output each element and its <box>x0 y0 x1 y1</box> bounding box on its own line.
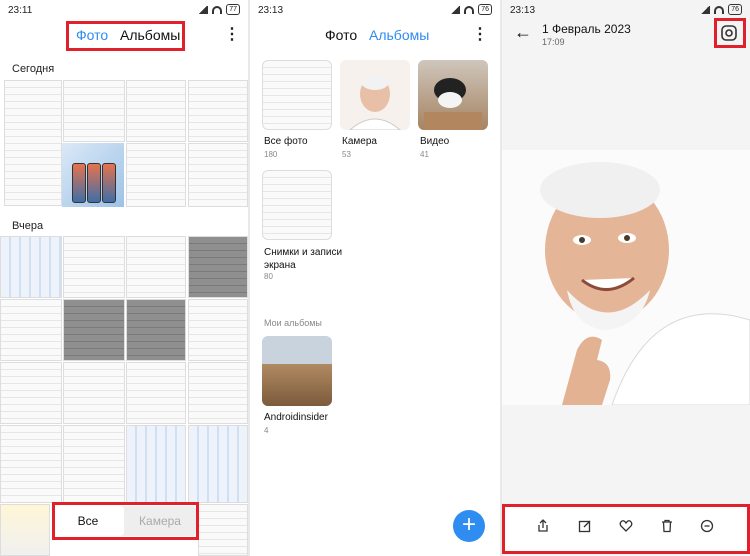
album-count: 80 <box>264 272 273 281</box>
status-time: 23:13 <box>258 5 284 16</box>
album-count: 180 <box>264 150 278 159</box>
more-options-icon[interactable]: ⋮ <box>224 27 240 43</box>
status-time: 23:11 <box>8 5 33 16</box>
photo-thumbnail[interactable] <box>0 299 62 361</box>
album-name: Androidinsider <box>264 412 328 423</box>
status-bar: 23:13 76 <box>502 0 750 20</box>
highlight-frame <box>66 21 185 51</box>
back-icon[interactable]: ← <box>514 22 532 43</box>
photo-thumbnail[interactable] <box>188 299 248 361</box>
album-name: Видео <box>420 136 450 147</box>
album-cover-video[interactable] <box>418 60 488 130</box>
album-cover-androidinsider[interactable] <box>262 336 332 406</box>
wifi-icon <box>212 5 223 14</box>
gallery-albums-screen: 23:13 76 Фото Альбомы ⋮ Все фото 180 Кам… <box>250 0 500 556</box>
photo-image[interactable] <box>502 150 750 405</box>
signal-icon <box>450 5 461 14</box>
photo-thumbnail[interactable] <box>188 425 248 503</box>
highlight-frame <box>714 18 746 48</box>
photo-thumbnail[interactable] <box>0 236 62 298</box>
highlight-frame <box>502 504 750 554</box>
photo-thumbnail[interactable] <box>126 80 186 142</box>
signal-icon <box>700 5 711 14</box>
photo-thumbnail[interactable] <box>63 425 125 503</box>
section-today: Сегодня <box>12 63 55 75</box>
album-count: 41 <box>420 150 429 159</box>
photo-thumbnail[interactable] <box>62 143 124 207</box>
battery-icon: 76 <box>728 4 742 15</box>
album-name: Все фото <box>264 136 308 147</box>
album-cover-screenshots[interactable] <box>262 170 332 240</box>
album-name: Снимки и записи экрана <box>264 247 343 271</box>
photo-thumbnail[interactable] <box>126 362 186 424</box>
photo-thumbnail[interactable] <box>0 362 62 424</box>
photo-thumbnail[interactable] <box>126 143 186 207</box>
status-bar: 23:11 77 <box>0 0 248 20</box>
photo-time: 17:09 <box>542 37 565 47</box>
photo-thumbnail[interactable] <box>126 425 186 503</box>
my-albums-heading: Мои альбомы <box>264 318 322 328</box>
album-count: 53 <box>342 150 351 159</box>
add-album-button[interactable]: + <box>453 510 485 542</box>
photo-thumbnail[interactable] <box>63 236 125 298</box>
wifi-icon <box>464 5 475 14</box>
photo-thumbnail[interactable] <box>188 80 248 142</box>
album-count: 4 <box>264 426 269 435</box>
album-cover-camera[interactable] <box>340 60 410 130</box>
album-name: Камера <box>342 136 377 147</box>
photo-viewer-screen: 23:13 76 ← 1 Февраль 2023 17:09 <box>502 0 750 556</box>
status-time: 23:13 <box>510 5 536 16</box>
section-yesterday: Вчера <box>12 220 44 232</box>
gallery-photos-screen: 23:11 77 Фото Альбомы ⋮ Сегодня Вчера Вс… <box>0 0 248 556</box>
wifi-icon <box>714 5 725 14</box>
photo-thumbnail[interactable] <box>198 504 248 556</box>
photo-thumbnail[interactable] <box>188 236 248 298</box>
album-cover-all-photos[interactable] <box>262 60 332 130</box>
photo-thumbnail[interactable] <box>126 299 186 361</box>
photo-thumbnail[interactable] <box>4 80 62 206</box>
photo-thumbnail[interactable] <box>0 504 50 556</box>
photo-date: 1 Февраль 2023 <box>542 22 631 36</box>
tab-photos[interactable]: Фото <box>325 27 357 43</box>
photo-thumbnail[interactable] <box>63 362 125 424</box>
more-options-icon[interactable]: ⋮ <box>472 27 488 43</box>
photo-thumbnail[interactable] <box>188 362 248 424</box>
battery-icon: 77 <box>226 4 240 15</box>
photo-thumbnail[interactable] <box>0 425 62 503</box>
photo-thumbnail[interactable] <box>63 80 125 142</box>
photo-thumbnail[interactable] <box>63 299 125 361</box>
battery-icon: 76 <box>478 4 492 15</box>
photo-thumbnail[interactable] <box>188 143 248 207</box>
tab-albums[interactable]: Альбомы <box>369 27 429 43</box>
status-bar: 23:13 76 <box>250 0 500 20</box>
highlight-frame <box>52 502 199 540</box>
signal-icon <box>198 5 209 14</box>
photo-thumbnail[interactable] <box>126 236 186 298</box>
